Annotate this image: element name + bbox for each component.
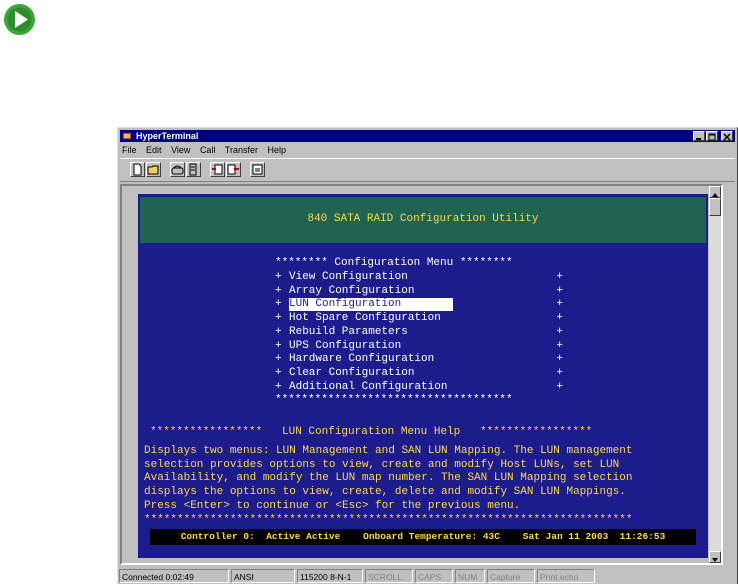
help-line-2: selection provides options to view, crea… bbox=[144, 458, 620, 471]
controller-status-bar: Controller 0: Active Active Onboard Temp… bbox=[150, 529, 696, 545]
menu-file[interactable]: File bbox=[122, 145, 137, 155]
hyperterminal-icon bbox=[123, 133, 131, 139]
disconnect-icon bbox=[189, 163, 197, 176]
menu-border-bottom: ************************************ bbox=[275, 394, 513, 406]
new-button[interactable] bbox=[130, 162, 145, 177]
menu-help[interactable]: Help bbox=[268, 145, 287, 155]
play-arrow-icon[interactable] bbox=[3, 3, 36, 36]
title-bar: HyperTerminal bbox=[120, 130, 735, 142]
minimize-button[interactable] bbox=[693, 131, 705, 141]
help-line-1: Displays two menus: LUN Management and S… bbox=[144, 445, 633, 457]
utility-header: 840 SATA RAID Configuration Utility bbox=[140, 197, 706, 243]
properties-button[interactable] bbox=[250, 162, 265, 177]
status-bar: Connected 0:02:49 ANSI 115200 8-N-1 SCRO… bbox=[118, 568, 738, 585]
menu-item-lun-configuration[interactable]: + LUN Configuration + bbox=[275, 298, 563, 312]
close-icon bbox=[723, 133, 731, 141]
menu-item-view-configuration[interactable]: + View Configuration + bbox=[275, 271, 563, 284]
scroll-thumb[interactable] bbox=[709, 198, 721, 216]
status-connected: Connected 0:02:49 bbox=[119, 569, 229, 583]
help-title: ***************** LUN Configuration Menu… bbox=[150, 426, 593, 438]
receive-icon bbox=[227, 164, 239, 175]
menu-item-hardware-configuration[interactable]: + Hardware Configuration + bbox=[275, 353, 563, 366]
status-capture: Capture bbox=[487, 569, 535, 583]
status-caps: CAPS bbox=[415, 569, 453, 583]
vertical-scrollbar[interactable] bbox=[709, 186, 721, 563]
menu-bar: File Edit View Call Transfer Help bbox=[122, 144, 293, 157]
menu-view[interactable]: View bbox=[171, 145, 190, 155]
status-emulation: ANSI bbox=[231, 569, 295, 583]
toolbar bbox=[120, 158, 735, 182]
help-line-5: Press <Enter> to continue or <Esc> for t… bbox=[144, 499, 521, 512]
minimize-icon bbox=[696, 138, 701, 140]
status-print-echo: Print echo bbox=[537, 569, 595, 583]
menu-border-top: ******** Configuration Menu ******** bbox=[275, 257, 513, 269]
arrow-down-icon bbox=[712, 558, 718, 562]
menu-edit[interactable]: Edit bbox=[146, 145, 162, 155]
open-icon bbox=[147, 165, 159, 175]
hyperterminal-window: HyperTerminal File Edit View Call Transf… bbox=[117, 127, 738, 584]
maximize-button[interactable] bbox=[706, 131, 718, 141]
menu-item-ups-configuration[interactable]: + UPS Configuration + bbox=[275, 340, 563, 353]
window-title: HyperTerminal bbox=[136, 131, 199, 141]
new-icon bbox=[133, 163, 142, 176]
properties-icon bbox=[252, 164, 263, 175]
menu-item-clear-configuration[interactable]: + Clear Configuration + bbox=[275, 367, 563, 380]
status-num: NUM bbox=[455, 569, 485, 583]
menu-item-rebuild-parameters[interactable]: + Rebuild Parameters + bbox=[275, 326, 563, 339]
send-button[interactable] bbox=[210, 162, 225, 177]
receive-button[interactable] bbox=[226, 162, 241, 177]
help-line-3: Availability, and modify the LUN map num… bbox=[144, 472, 633, 485]
menu-item-hot-spare-configuration[interactable]: + Hot Spare Configuration + bbox=[275, 312, 563, 325]
scroll-up-button[interactable] bbox=[709, 186, 721, 198]
status-port-settings: 115200 8-N-1 bbox=[297, 569, 363, 583]
open-button[interactable] bbox=[146, 162, 161, 177]
help-border-bottom: ****************************************… bbox=[144, 513, 633, 526]
menu-call[interactable]: Call bbox=[200, 145, 216, 155]
controller-status-text: Controller 0: Active Active Onboard Temp… bbox=[180, 531, 666, 542]
scroll-down-button[interactable] bbox=[709, 551, 721, 563]
menu-item-additional-configuration[interactable]: + Additional Configuration + bbox=[275, 381, 563, 394]
maximize-icon bbox=[708, 133, 716, 141]
close-button[interactable] bbox=[721, 131, 733, 141]
connect-icon bbox=[171, 165, 184, 175]
help-line-4: displays the options to view, create, de… bbox=[144, 486, 626, 499]
connect-button[interactable] bbox=[170, 162, 185, 177]
send-icon bbox=[212, 164, 223, 175]
disconnect-button[interactable] bbox=[186, 162, 201, 177]
terminal-screen[interactable]: 840 SATA RAID Configuration Utility ****… bbox=[138, 194, 708, 558]
menu-transfer[interactable]: Transfer bbox=[225, 145, 258, 155]
utility-title: 840 SATA RAID Configuration Utility bbox=[307, 213, 539, 225]
status-scroll: SCROLL bbox=[365, 569, 413, 583]
menu-item-array-configuration[interactable]: + Array Configuration + bbox=[275, 285, 563, 298]
terminal-frame: 840 SATA RAID Configuration Utility ****… bbox=[120, 184, 723, 565]
